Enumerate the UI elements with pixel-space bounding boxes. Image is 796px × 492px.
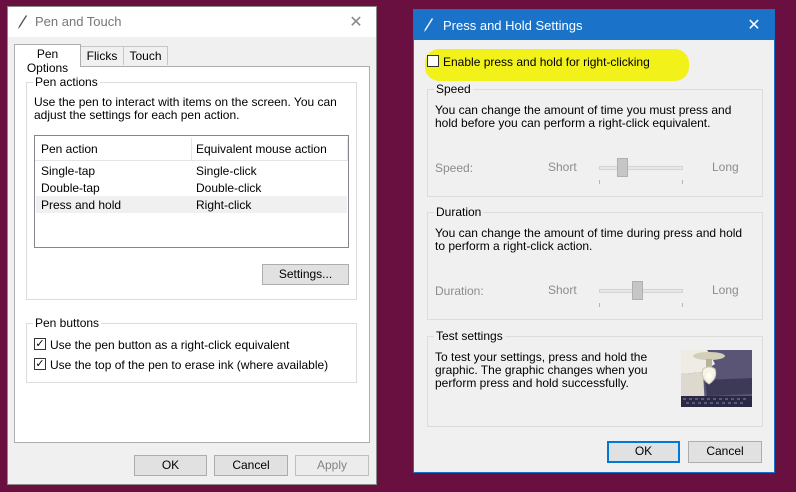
enable-press-hold-checkbox[interactable] (427, 55, 439, 67)
erase-option-label[interactable]: Use the top of the pen to erase ink (whe… (50, 358, 328, 372)
mouse-action-cell: Double-click (196, 181, 262, 195)
column-separator[interactable] (191, 138, 192, 160)
window-title: Pen and Touch (35, 14, 122, 29)
slider-tick (599, 303, 600, 307)
close-icon: ✕ (747, 17, 761, 34)
speed-group: Speed You can change the amount of time … (427, 82, 763, 197)
speed-label: Speed (434, 82, 473, 96)
enable-press-hold-label[interactable]: Enable press and hold for right-clicking (443, 55, 650, 69)
speed-slider-track[interactable] (599, 166, 683, 170)
close-icon: ✕ (349, 14, 363, 31)
tab-flicks[interactable]: Flicks (80, 46, 124, 65)
mouse-action-cell: Single-click (196, 164, 257, 178)
tab-pen-options[interactable]: Pen Options (14, 44, 81, 75)
test-settings-description: To test your settings, press and hold th… (435, 350, 648, 390)
settings-button[interactable]: Settings... (262, 264, 349, 285)
cancel-button[interactable]: Cancel (688, 441, 762, 463)
mouse-action-cell: Right-click (196, 198, 252, 212)
pen-actions-list[interactable]: Pen action Equivalent mouse action Singl… (34, 135, 349, 248)
test-graphic[interactable] (681, 350, 752, 407)
pen-icon (424, 18, 433, 32)
slider-tick (599, 180, 600, 184)
right-click-option[interactable]: ✓ Use the pen button as a right-click eq… (34, 337, 344, 353)
ceiling-light-icon (681, 350, 752, 407)
list-item[interactable]: Single-tap Single-click (36, 162, 347, 179)
close-button[interactable]: ✕ (734, 10, 774, 40)
tab-touch[interactable]: Touch (123, 46, 168, 65)
slider-tick (682, 303, 683, 307)
pen-buttons-group: Pen buttons ✓ Use the pen button as a ri… (26, 316, 357, 383)
pen-actions-group: Pen actions Use the pen to interact with… (26, 75, 357, 300)
duration-group: Duration You can change the amount of ti… (427, 205, 763, 320)
pen-action-cell: Press and hold (41, 198, 122, 212)
pen-and-touch-window: Pen and Touch ✕ Pen Options Flicks Touch… (7, 6, 377, 485)
pen-action-cell: Double-tap (41, 181, 100, 195)
test-settings-label: Test settings (434, 329, 505, 343)
speed-slider-thumb[interactable] (617, 158, 628, 177)
duration-slider-label: Duration: (435, 284, 484, 298)
pen-actions-label: Pen actions (33, 75, 100, 89)
test-settings-group: Test settings To test your settings, pre… (427, 329, 763, 427)
duration-label: Duration (434, 205, 484, 219)
column-header-pen-action[interactable]: Pen action (41, 142, 98, 156)
right-click-option-label[interactable]: Use the pen button as a right-click equi… (50, 338, 289, 352)
right-click-checkbox[interactable]: ✓ (34, 338, 46, 350)
duration-max-label: Long (712, 283, 739, 297)
duration-description: You can change the amount of time during… (435, 226, 743, 253)
apply-button[interactable]: Apply (295, 455, 369, 476)
tab-panel-pen-options: Pen actions Use the pen to interact with… (14, 66, 370, 443)
ok-button[interactable]: OK (607, 441, 680, 463)
list-item-selected[interactable]: Press and hold Right-click (36, 196, 347, 213)
window-title: Press and Hold Settings (443, 18, 583, 33)
pen-actions-description: Use the pen to interact with items on th… (34, 95, 337, 122)
press-and-hold-window: Press and Hold Settings ✕ Enable press a… (413, 9, 775, 473)
title-bar[interactable]: Pen and Touch ✕ (8, 7, 376, 37)
speed-min-label: Short (548, 160, 577, 174)
erase-checkbox[interactable]: ✓ (34, 358, 46, 370)
pen-buttons-label: Pen buttons (33, 316, 102, 330)
pen-icon (18, 15, 27, 29)
pen-action-cell: Single-tap (41, 164, 96, 178)
close-button[interactable]: ✕ (336, 7, 376, 37)
speed-slider-label: Speed: (435, 161, 474, 175)
slider-tick (682, 180, 683, 184)
list-header: Pen action Equivalent mouse action (35, 136, 348, 161)
cancel-button[interactable]: Cancel (214, 455, 288, 476)
title-bar[interactable]: Press and Hold Settings ✕ (414, 10, 774, 40)
ok-button[interactable]: OK (134, 455, 207, 476)
list-item[interactable]: Double-tap Double-click (36, 179, 347, 196)
speed-max-label: Long (712, 160, 739, 174)
erase-option[interactable]: ✓ Use the top of the pen to erase ink (w… (34, 357, 344, 373)
enable-press-hold-option[interactable]: Enable press and hold for right-clicking (427, 54, 667, 70)
duration-slider-thumb[interactable] (632, 281, 643, 300)
speed-description: You can change the amount of time you mu… (435, 103, 732, 130)
column-separator[interactable] (347, 138, 348, 160)
column-header-mouse-action[interactable]: Equivalent mouse action (196, 142, 327, 156)
duration-min-label: Short (548, 283, 577, 297)
